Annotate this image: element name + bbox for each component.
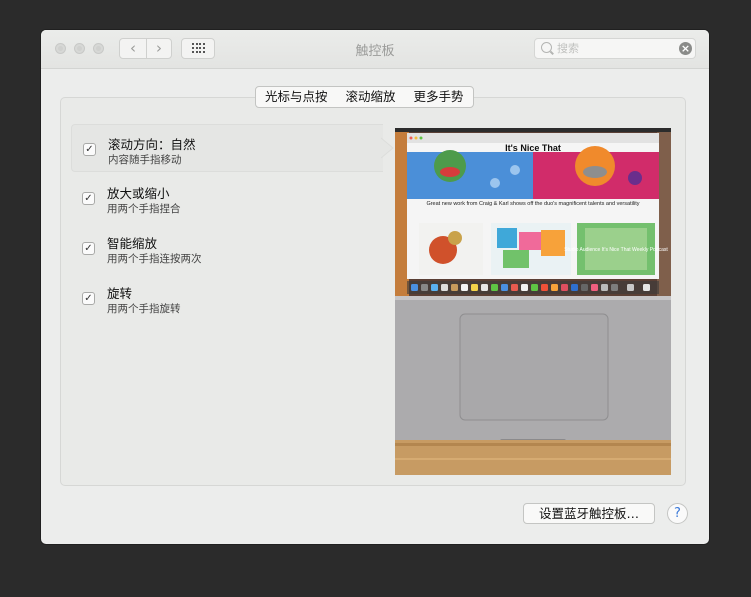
option-scroll-direction[interactable]: ✓ 滚动方向：自然 内容随手指移动 (71, 124, 383, 172)
option-smart-zoom[interactable]: ✓ 智能缩放 用两个手指连按两次 (71, 224, 401, 272)
rotate-checkbox[interactable]: ✓ (82, 292, 95, 305)
clear-search-button[interactable]: × (679, 42, 692, 55)
option-subtitle: 用两个手指捏合 (107, 203, 181, 215)
setup-bluetooth-trackpad-button[interactable]: 设置蓝牙触控板… (523, 503, 655, 524)
option-title: 放大或缩小 (107, 186, 170, 201)
title-bar: ‹ › 触控板 × (41, 30, 709, 69)
option-subtitle: 内容随手指移动 (108, 154, 182, 166)
tab-scroll-and-zoom[interactable]: 滚动缩放 (336, 87, 405, 107)
preview-illustration: Great new work from Craig & Karl shows o… (395, 128, 671, 475)
tab-point-and-click[interactable]: 光标与点按 (256, 87, 337, 107)
option-title: 滚动方向：自然 (108, 137, 196, 152)
option-zoom[interactable]: ✓ 放大或缩小 用两个手指捏合 (71, 174, 401, 222)
zoom-checkbox[interactable]: ✓ (82, 192, 95, 205)
preview-headline: Great new work from Craig & Karl shows o… (426, 201, 639, 207)
scroll-direction-checkbox[interactable]: ✓ (83, 143, 96, 156)
preferences-window: ‹ › 触控板 × 光标与点按 滚动缩放 更多手势 ✓ 滚动方向：自然 内容随手… (41, 30, 709, 544)
option-title: 旋转 (107, 286, 133, 301)
preview-promo: Studio Audience It's Nice That Weekly Po… (564, 247, 668, 253)
option-rotate[interactable]: ✓ 旋转 用两个手指旋转 (71, 274, 401, 322)
option-subtitle: 用两个手指连按两次 (107, 253, 202, 265)
gesture-preview: Great new work from Craig & Karl shows o… (395, 128, 671, 475)
search-input[interactable] (557, 41, 667, 56)
search-field[interactable]: × (534, 38, 696, 59)
option-title: 智能缩放 (107, 236, 158, 251)
selection-arrow (381, 124, 394, 172)
search-icon (541, 42, 552, 53)
preview-site-title: It's Nice That (505, 143, 561, 153)
help-button[interactable]: ? (667, 503, 688, 524)
question-icon: ? (674, 506, 681, 521)
tab-bar: 光标与点按 滚动缩放 更多手势 (255, 86, 474, 108)
smart-zoom-checkbox[interactable]: ✓ (82, 242, 95, 255)
option-subtitle: 用两个手指旋转 (107, 303, 181, 315)
tab-more-gestures[interactable]: 更多手势 (405, 87, 473, 107)
